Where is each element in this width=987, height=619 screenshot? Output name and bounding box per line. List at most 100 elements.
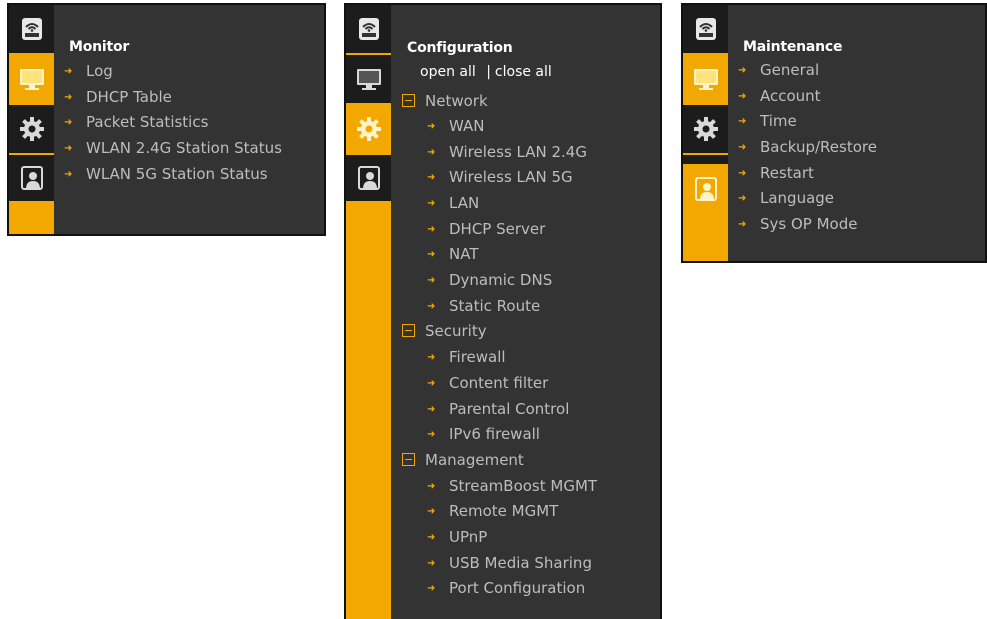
menu-item-log[interactable]: ➜ Log [64, 62, 113, 81]
arrow-icon: ➜ [427, 377, 436, 389]
tab-monitor[interactable] [346, 55, 391, 105]
arrow-icon: ➜ [427, 351, 436, 363]
monitor-icon [356, 69, 381, 90]
tree-group-management[interactable]: Management [402, 451, 524, 469]
arrow-icon: ➜ [427, 300, 436, 312]
maintenance-panel: Maintenance ➜ General ➜ Account ➜ Time ➜ Bac… [681, 3, 987, 263]
wifi-router-icon [358, 18, 379, 40]
arrow-icon: ➜ [64, 142, 73, 154]
menu-item-remote-mgmt[interactable]: ➜ Remote MGMT [427, 502, 558, 521]
tree-group-network[interactable]: Network [402, 92, 488, 110]
menu-item-general[interactable]: ➜ General [738, 61, 819, 80]
collapse-icon[interactable] [402, 94, 415, 107]
arrow-icon: ➜ [427, 480, 436, 492]
panel-title: Monitor [69, 39, 130, 55]
arrow-icon: ➜ [427, 248, 436, 260]
menu-item-dynamic-dns[interactable]: ➜ Dynamic DNS [427, 271, 552, 290]
arrow-icon: ➜ [738, 64, 747, 76]
configuration-panel: Configuration open all | close all Networ… [344, 3, 662, 619]
arrow-icon: ➜ [427, 223, 436, 235]
collapse-icon[interactable] [402, 324, 415, 337]
arrow-icon: ➜ [427, 120, 436, 132]
menu-item-dhcp-table[interactable]: ➜ DHCP Table [64, 88, 172, 107]
menu-item-time[interactable]: ➜ Time [738, 112, 797, 131]
arrow-icon: ➜ [427, 531, 436, 543]
arrow-icon: ➜ [427, 403, 436, 415]
menu-item-packet-statistics[interactable]: ➜ Packet Statistics [64, 113, 208, 132]
menu-item-wan[interactable]: ➜ WAN [427, 117, 485, 136]
arrow-icon: ➜ [427, 197, 436, 209]
arrow-icon: ➜ [427, 505, 436, 517]
menu-item-lan[interactable]: ➜ LAN [427, 194, 479, 213]
wifi-router-icon [21, 18, 42, 40]
panel-title: Maintenance [743, 39, 843, 55]
arrow-icon: ➜ [64, 168, 73, 180]
arrow-icon: ➜ [427, 582, 436, 594]
menu-item-wlan-5g-station-status[interactable]: ➜ WLAN 5G Station Status [64, 165, 268, 184]
menu-item-restart[interactable]: ➜ Restart [738, 164, 814, 183]
menu-item-dhcp-server[interactable]: ➜ DHCP Server [427, 220, 545, 239]
arrow-icon: ➜ [427, 428, 436, 440]
tab-configuration[interactable] [346, 105, 391, 155]
tab-status[interactable] [9, 5, 54, 55]
arrow-icon: ➜ [738, 167, 747, 179]
tree-group-security[interactable]: Security [402, 322, 487, 340]
tree-controls: open all | close all [420, 64, 552, 80]
menu-item-streamboost-mgmt[interactable]: ➜ StreamBoost MGMT [427, 477, 597, 496]
wifi-router-icon [695, 18, 716, 40]
configuration-content: Configuration open all | close all Networ… [391, 5, 660, 619]
panel-title: Configuration [407, 40, 513, 56]
close-all-link[interactable]: close all [495, 64, 552, 80]
open-all-link[interactable]: open all [420, 64, 476, 80]
arrow-icon: ➜ [427, 274, 436, 286]
arrow-icon: ➜ [64, 116, 73, 128]
tab-maintenance-spacer [683, 155, 728, 164]
menu-item-static-route[interactable]: ➜ Static Route [427, 297, 540, 316]
tab-configuration[interactable] [683, 105, 728, 155]
separator: | [486, 64, 491, 80]
arrow-icon: ➜ [427, 557, 436, 569]
arrow-icon: ➜ [738, 115, 747, 127]
user-icon [357, 166, 380, 190]
tab-maintenance[interactable] [9, 155, 54, 201]
tab-maintenance[interactable] [346, 155, 391, 201]
menu-item-wireless-lan-24g[interactable]: ➜ Wireless LAN 2.4G [427, 143, 587, 162]
menu-item-wlan-24g-station-status[interactable]: ➜ WLAN 2.4G Station Status [64, 139, 282, 158]
menu-item-usb-media-sharing[interactable]: ➜ USB Media Sharing [427, 554, 592, 573]
tab-maintenance[interactable] [683, 164, 728, 214]
monitor-panel: Monitor ➜ Log ➜ DHCP Table ➜ Packet Statist… [7, 3, 326, 236]
tab-configuration[interactable] [9, 105, 54, 155]
menu-item-port-configuration[interactable]: ➜ Port Configuration [427, 579, 585, 598]
monitor-icon [19, 69, 44, 90]
menu-item-upnp[interactable]: ➜ UPnP [427, 528, 487, 547]
menu-item-language[interactable]: ➜ Language [738, 189, 834, 208]
menu-item-firewall[interactable]: ➜ Firewall [427, 348, 506, 367]
menu-item-backup-restore[interactable]: ➜ Backup/Restore [738, 138, 877, 157]
gear-icon [19, 117, 44, 141]
menu-item-ipv6-firewall[interactable]: ➜ IPv6 firewall [427, 425, 540, 444]
arrow-icon: ➜ [427, 146, 436, 158]
maintenance-content: Maintenance ➜ General ➜ Account ➜ Time ➜ Bac… [728, 5, 985, 261]
user-icon [694, 177, 717, 201]
arrow-icon: ➜ [64, 65, 73, 77]
tab-monitor[interactable] [683, 55, 728, 105]
collapse-icon[interactable] [402, 453, 415, 466]
tab-status[interactable] [683, 5, 728, 55]
tab-status[interactable] [346, 5, 391, 55]
monitor-icon [693, 69, 718, 90]
arrow-icon: ➜ [738, 218, 747, 230]
menu-item-sys-op-mode[interactable]: ➜ Sys OP Mode [738, 215, 857, 234]
arrow-icon: ➜ [738, 192, 747, 204]
gear-icon [693, 117, 718, 141]
menu-item-content-filter[interactable]: ➜ Content filter [427, 374, 548, 393]
gear-icon [356, 117, 381, 141]
arrow-icon: ➜ [64, 91, 73, 103]
menu-item-nat[interactable]: ➜ NAT [427, 245, 478, 264]
arrow-icon: ➜ [738, 141, 747, 153]
menu-item-parental-control[interactable]: ➜ Parental Control [427, 400, 569, 419]
arrow-icon: ➜ [427, 171, 436, 183]
menu-item-account[interactable]: ➜ Account [738, 87, 821, 106]
tab-monitor[interactable] [9, 55, 54, 105]
menu-item-wireless-lan-5g[interactable]: ➜ Wireless LAN 5G [427, 168, 573, 187]
arrow-icon: ➜ [738, 90, 747, 102]
